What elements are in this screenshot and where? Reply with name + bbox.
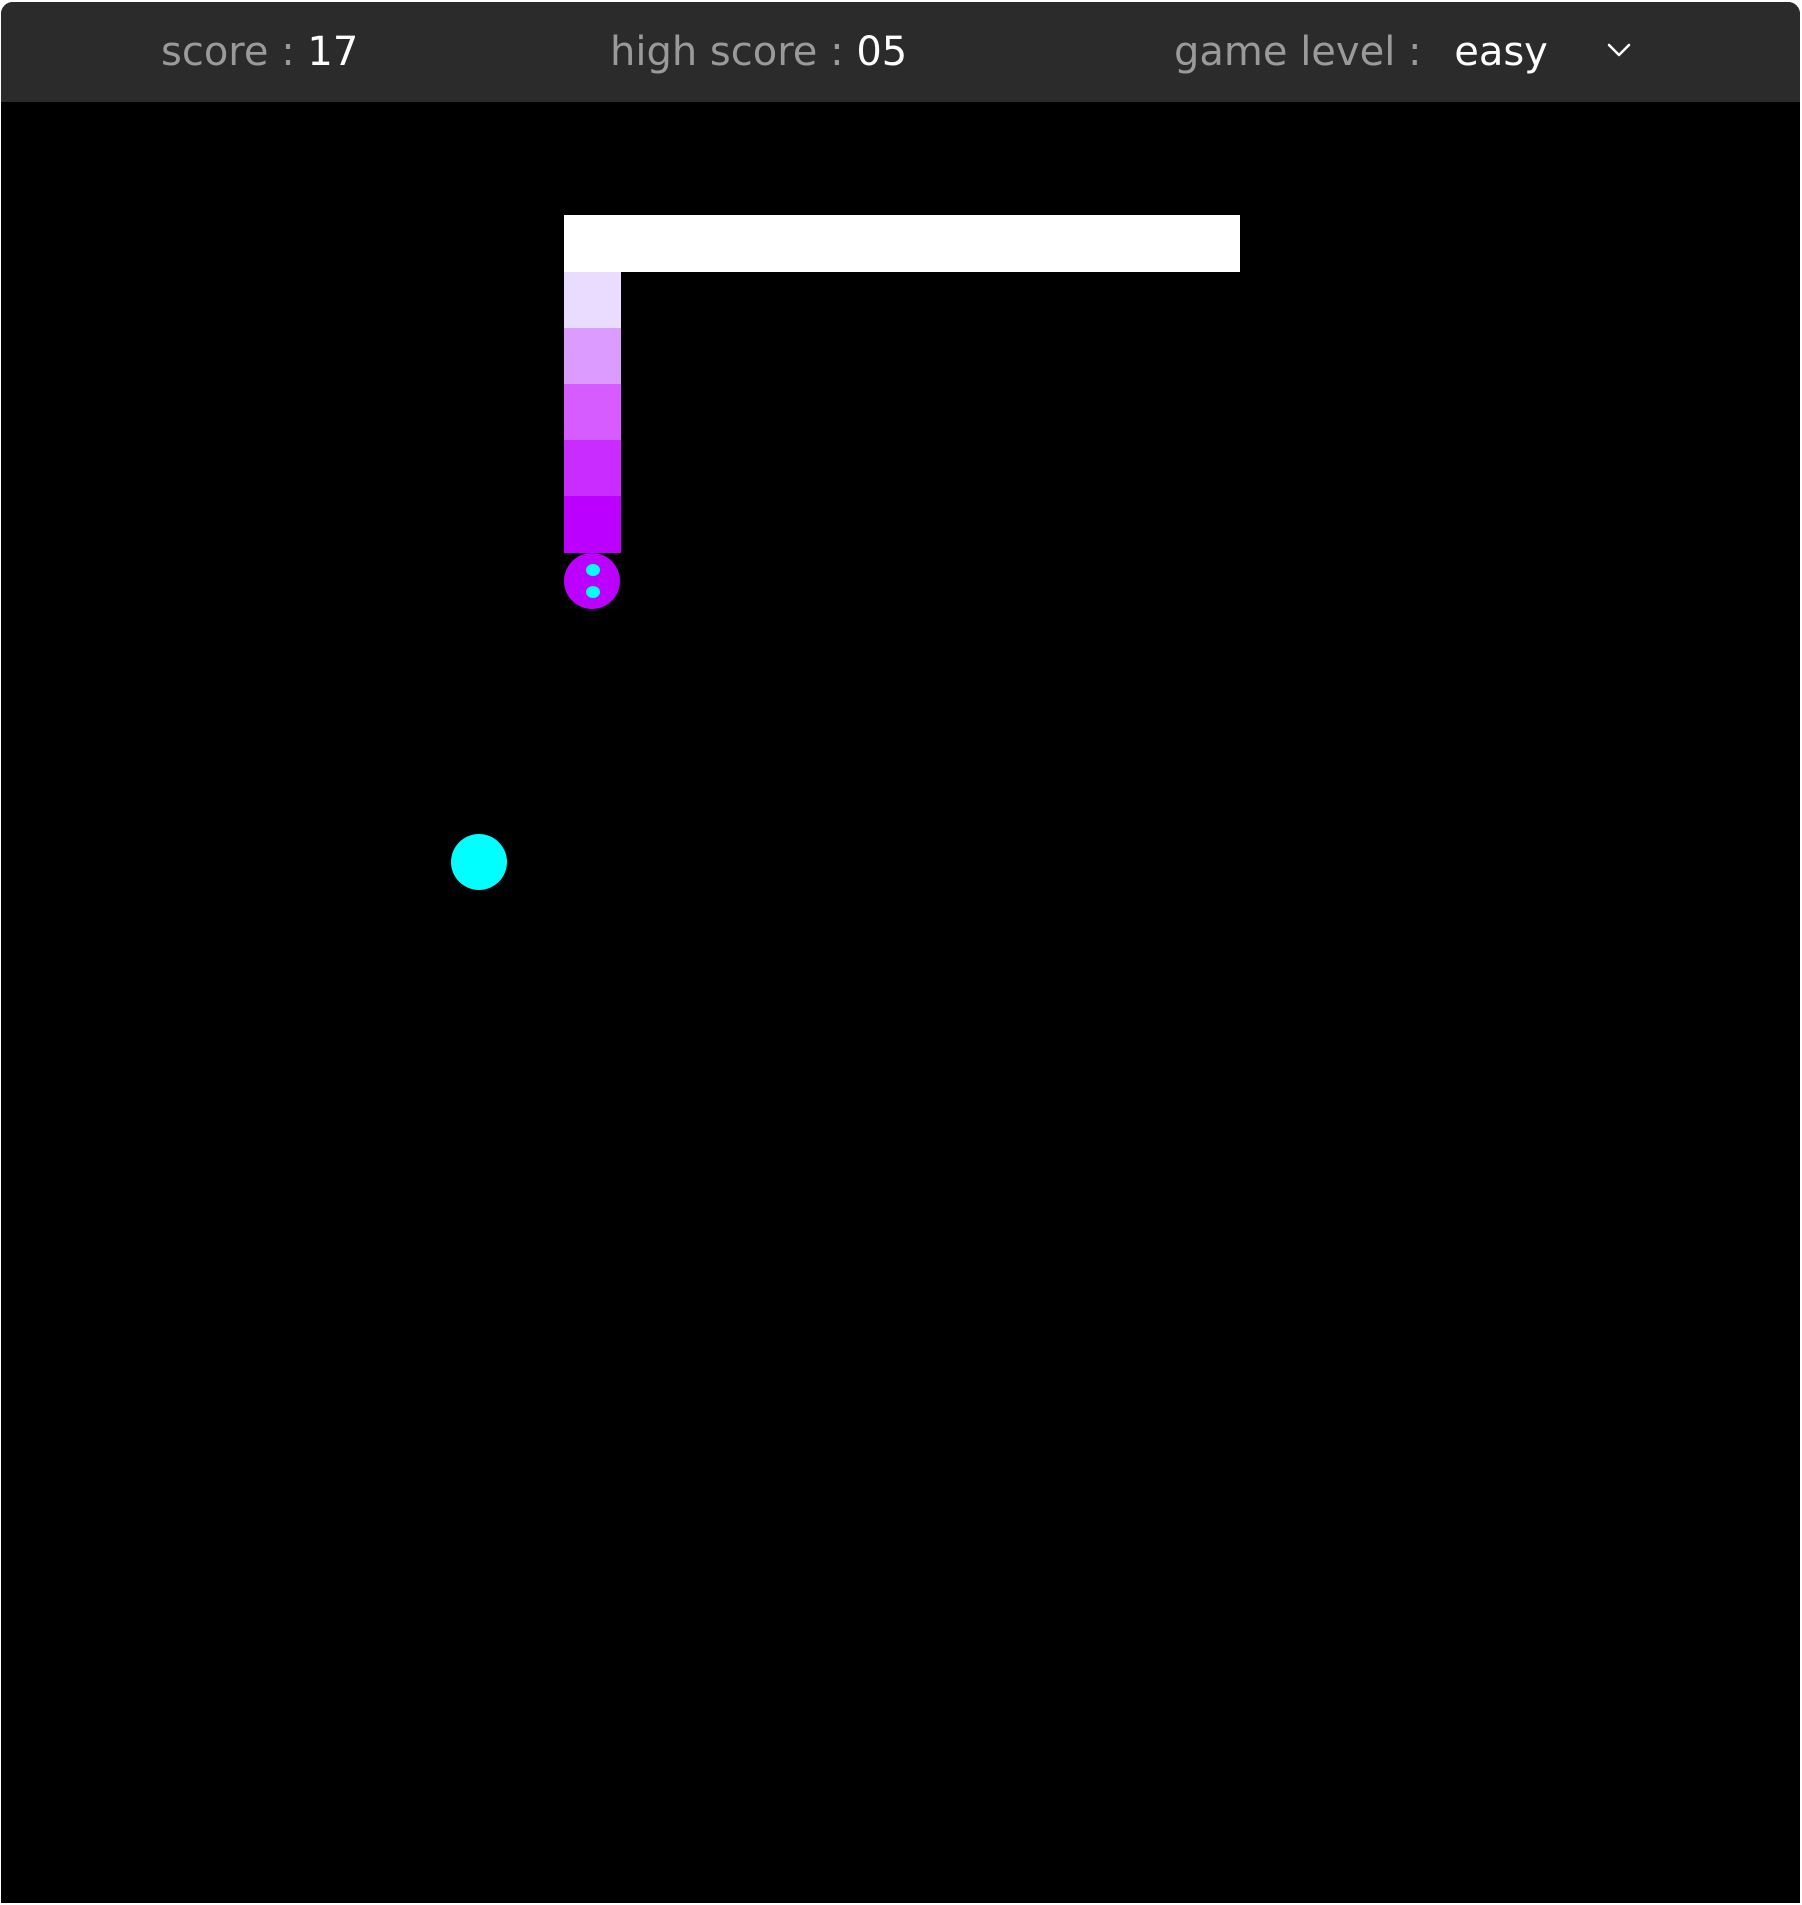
chevron-down-icon[interactable] (1605, 40, 1633, 60)
score-display: score : 17 (161, 2, 358, 102)
snake-body-segment (564, 496, 621, 553)
snake-body-segment (564, 384, 621, 440)
snake-body-segment (564, 440, 621, 496)
game-window: score : 17 high score : 05 game level : … (1, 2, 1800, 1903)
food-pellet (451, 834, 507, 890)
game-level-value: easy (1454, 29, 1548, 75)
snake-head (564, 553, 620, 609)
snake-eye (586, 564, 600, 576)
snake-body-segment (564, 272, 621, 328)
high-score-display: high score : 05 (610, 2, 907, 102)
score-value: 17 (307, 29, 359, 75)
game-level-label: game level : (1174, 29, 1422, 75)
snake-body-segment (564, 328, 621, 384)
game-level-select[interactable]: easy (1434, 2, 1548, 102)
game-board[interactable] (1, 102, 1800, 1903)
wall-obstacle (564, 215, 1240, 272)
score-label: score : (161, 29, 295, 75)
snake-head-circle (564, 553, 620, 609)
high-score-value: 05 (856, 29, 908, 75)
snake-eye (586, 586, 600, 598)
high-score-label: high score : (610, 29, 844, 75)
game-canvas (451, 215, 1240, 890)
game-level-display: game level : easy (1174, 2, 1548, 102)
top-bar: score : 17 high score : 05 game level : … (1, 2, 1800, 102)
